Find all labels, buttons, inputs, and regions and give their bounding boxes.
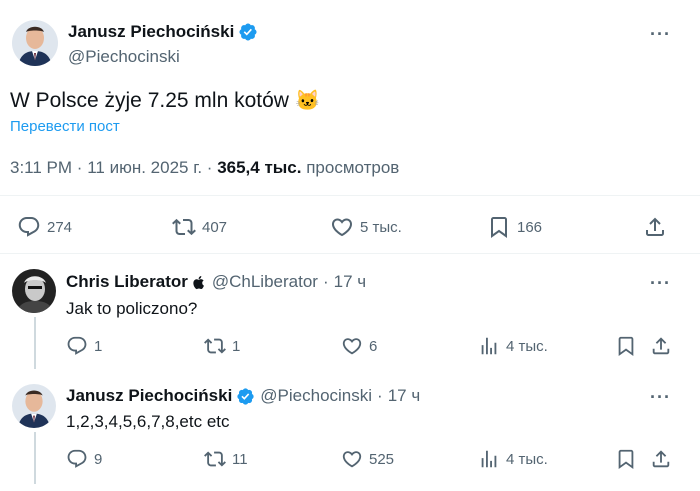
tweet-time[interactable]: 3:11 PM xyxy=(10,158,72,177)
tweet-date[interactable]: 11 июн. 2025 г. xyxy=(87,158,202,177)
reply-button[interactable]: 1 xyxy=(66,335,102,357)
share-button[interactable] xyxy=(650,448,672,470)
like-button[interactable]: 5 тыс. xyxy=(330,215,402,239)
thread-line xyxy=(34,317,36,369)
avatar[interactable] xyxy=(12,20,58,66)
reply-time[interactable]: 17 ч xyxy=(388,386,421,406)
verified-badge-icon xyxy=(236,387,255,406)
author-name[interactable]: Chris Liberator xyxy=(66,272,188,292)
avatar[interactable] xyxy=(12,269,56,313)
author-handle[interactable]: @ChLiberator xyxy=(212,272,318,292)
apple-icon xyxy=(192,275,207,290)
retweet-count: 11 xyxy=(232,450,248,468)
reply-icon xyxy=(66,335,88,357)
bookmark-button[interactable] xyxy=(615,335,637,357)
reply-text: Jak to policzono? xyxy=(66,299,198,318)
retweet-icon xyxy=(204,335,226,357)
thread-line xyxy=(34,432,36,484)
like-icon xyxy=(330,215,354,239)
reply-time[interactable]: 17 ч xyxy=(334,272,367,292)
cat-emoji: 🐱 xyxy=(294,90,320,112)
separator: · xyxy=(206,158,213,177)
reply-icon xyxy=(66,448,88,470)
translate-link[interactable]: Перевести пост xyxy=(10,118,120,135)
avatar-image xyxy=(12,20,58,66)
separator: · xyxy=(322,272,329,291)
bookmark-button[interactable] xyxy=(615,448,637,470)
views-icon xyxy=(478,448,500,470)
avatar[interactable] xyxy=(12,384,56,428)
retweet-count: 407 xyxy=(202,218,228,236)
share-icon xyxy=(650,335,672,357)
share-icon xyxy=(650,448,672,470)
retweet-button[interactable]: 11 xyxy=(204,448,248,470)
reply-icon xyxy=(17,215,41,239)
author-name[interactable]: Janusz Piechociński xyxy=(68,22,234,42)
more-options-icon[interactable]: ··· xyxy=(650,273,671,294)
share-button[interactable] xyxy=(650,335,672,357)
share-icon xyxy=(643,215,667,239)
like-icon xyxy=(341,335,363,357)
like-button[interactable]: 525 xyxy=(341,448,394,470)
like-count: 6 xyxy=(369,337,378,355)
like-count: 5 тыс. xyxy=(360,218,402,236)
author-handle[interactable]: @Piechocinski xyxy=(260,386,372,406)
share-button[interactable] xyxy=(643,215,667,239)
reply-button[interactable]: 9 xyxy=(66,448,102,470)
retweet-button[interactable]: 407 xyxy=(172,215,227,239)
author-name[interactable]: Janusz Piechociński xyxy=(66,386,232,406)
like-button[interactable]: 6 xyxy=(341,335,377,357)
views-button[interactable]: 4 тыс. xyxy=(478,448,548,470)
retweet-icon xyxy=(172,215,196,239)
like-icon xyxy=(341,448,363,470)
views-count: 4 тыс. xyxy=(506,337,548,355)
bookmark-button[interactable]: 166 xyxy=(487,215,542,239)
more-options-icon[interactable]: ··· xyxy=(650,24,671,45)
reply-count: 274 xyxy=(47,218,73,236)
avatar-image xyxy=(12,269,56,313)
views-label: просмотров xyxy=(306,158,400,177)
bookmark-count: 166 xyxy=(517,218,543,236)
divider xyxy=(0,195,700,196)
retweet-count: 1 xyxy=(232,337,241,355)
like-count: 525 xyxy=(369,450,395,468)
bookmark-icon xyxy=(615,335,637,357)
bookmark-icon xyxy=(615,448,637,470)
retweet-icon xyxy=(204,448,226,470)
views-count: 4 тыс. xyxy=(506,450,548,468)
views-icon xyxy=(478,335,500,357)
separator: · xyxy=(377,386,383,405)
views-count: 365,4 тыс. xyxy=(217,158,302,177)
reply-text: 1,2,3,4,5,6,7,8,etc etc xyxy=(66,412,230,431)
reply-count: 9 xyxy=(94,450,103,468)
tweet-text: W Polsce żyje 7.25 mln kotów xyxy=(10,88,289,112)
views-button[interactable]: 4 тыс. xyxy=(478,335,548,357)
divider xyxy=(0,253,700,254)
retweet-button[interactable]: 1 xyxy=(204,335,240,357)
reply-button[interactable]: 274 xyxy=(17,215,72,239)
avatar-image xyxy=(12,384,56,428)
bookmark-icon xyxy=(487,215,511,239)
author-handle[interactable]: @Piechocinski xyxy=(68,47,180,67)
more-options-icon[interactable]: ··· xyxy=(650,387,671,408)
reply-count: 1 xyxy=(94,337,103,355)
verified-badge-icon xyxy=(238,22,258,42)
separator: · xyxy=(76,158,83,177)
